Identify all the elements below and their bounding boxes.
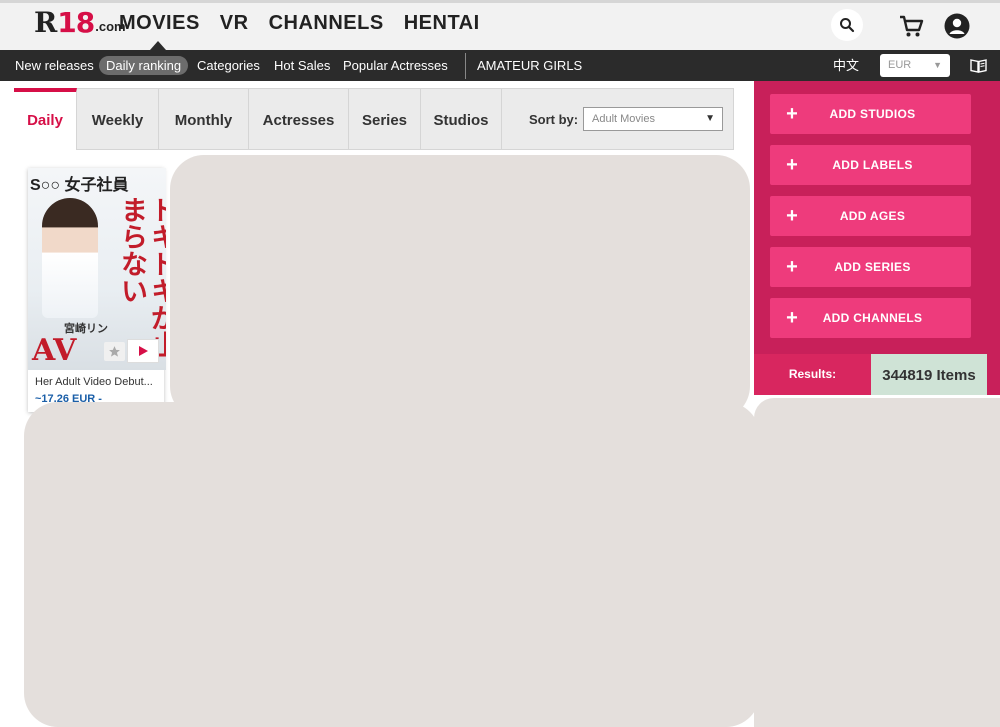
tab-monthly[interactable]: Monthly	[159, 88, 249, 150]
cover-figure	[42, 198, 98, 318]
plus-icon: +	[786, 306, 798, 329]
user-account-icon[interactable]	[944, 13, 970, 39]
play-icon	[139, 346, 148, 356]
sort-label: Sort by:	[529, 112, 579, 127]
add-studios-button[interactable]: + ADD STUDIOS	[770, 94, 971, 134]
subnav-amateur-girls[interactable]: AMATEUR GIRLS	[477, 50, 582, 81]
tab-daily[interactable]: Daily	[14, 88, 77, 150]
obscured-product-grid	[24, 402, 760, 727]
add-ages-label: ADD AGES	[839, 209, 906, 223]
plus-icon: +	[786, 204, 798, 227]
site-logo[interactable]: R 18 .com	[34, 8, 126, 38]
subnav-new-releases[interactable]: New releases	[15, 50, 94, 81]
currency-select[interactable]: EUR ▼	[880, 54, 950, 77]
subnav-divider	[465, 53, 466, 79]
nav-hentai[interactable]: HENTAI	[404, 12, 480, 35]
subnav-daily-ranking-label: Daily ranking	[99, 56, 189, 75]
subnav-daily-ranking[interactable]: Daily ranking	[99, 50, 189, 81]
add-channels-button[interactable]: + ADD CHANNELS	[770, 298, 971, 338]
obscured-sidebar-banner	[754, 398, 1000, 727]
nav-movies[interactable]: MOVIES	[119, 12, 200, 35]
cover-top-text: S○○ 女子社員	[30, 177, 129, 194]
favorite-button[interactable]	[104, 342, 125, 361]
subnav-hot-sales[interactable]: Hot Sales	[274, 50, 330, 81]
star-icon	[109, 346, 120, 357]
subnav-categories[interactable]: Categories	[197, 50, 260, 81]
active-nav-caret	[150, 41, 166, 50]
currency-value: EUR	[888, 59, 912, 71]
book-icon[interactable]	[970, 58, 987, 73]
search-icon	[840, 18, 855, 33]
main-nav: MOVIES VR CHANNELS HENTAI	[119, 12, 480, 35]
add-series-button[interactable]: + ADD SERIES	[770, 247, 971, 287]
add-labels-button[interactable]: + ADD LABELS	[770, 145, 971, 185]
plus-icon: +	[786, 255, 798, 278]
tab-series[interactable]: Series	[349, 88, 421, 150]
product-title[interactable]: Her Adult Video Debut...	[35, 376, 163, 388]
nav-channels[interactable]: CHANNELS	[269, 12, 384, 35]
language-switch[interactable]: 中文	[833, 50, 859, 81]
cover-av-text: AV	[32, 333, 77, 368]
results-label: Results:	[754, 354, 871, 395]
sort-select[interactable]: Adult Movies ▼	[583, 107, 723, 131]
nav-vr[interactable]: VR	[220, 12, 249, 35]
tab-studios[interactable]: Studios	[421, 88, 502, 150]
add-labels-label: ADD LABELS	[832, 158, 913, 172]
chevron-down-icon: ▼	[705, 113, 715, 124]
add-channels-label: ADD CHANNELS	[822, 311, 923, 325]
results-count: 344819 Items	[871, 354, 987, 395]
logo-letter: R	[34, 6, 58, 39]
tab-actresses[interactable]: Actresses	[249, 88, 349, 150]
plus-icon: +	[786, 153, 798, 176]
obscured-product-row	[170, 155, 750, 420]
play-sample-button[interactable]	[127, 339, 159, 363]
add-studios-label: ADD STUDIOS	[829, 107, 916, 121]
logo-number: 18	[57, 6, 95, 39]
plus-icon: +	[786, 102, 798, 125]
add-series-label: ADD SERIES	[834, 260, 911, 274]
search-button[interactable]	[831, 9, 863, 41]
sort-value: Adult Movies	[592, 113, 655, 125]
chevron-down-icon: ▼	[933, 60, 942, 70]
add-ages-button[interactable]: + ADD AGES	[770, 196, 971, 236]
tab-weekly[interactable]: Weekly	[77, 88, 159, 150]
subnav-popular-actresses[interactable]: Popular Actresses	[343, 50, 448, 81]
cart-icon[interactable]	[898, 13, 924, 39]
